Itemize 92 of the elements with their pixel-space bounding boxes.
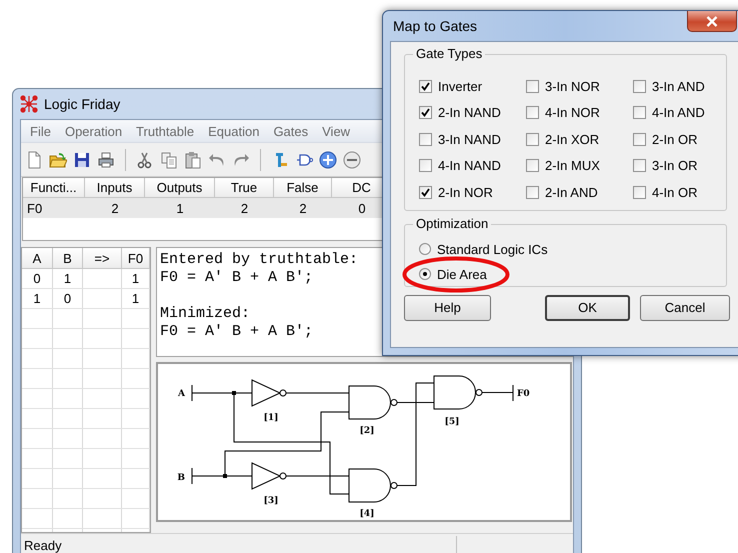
checkbox[interactable] <box>633 106 646 120</box>
checkbox-label: 2-In NAND <box>438 105 501 120</box>
menu-item[interactable]: View <box>315 124 358 138</box>
checkbox[interactable] <box>419 159 432 172</box>
menu-item[interactable]: File <box>23 124 58 138</box>
table-cell-text: 2 <box>240 200 250 218</box>
checkbox[interactable] <box>419 186 432 199</box>
printer-icon[interactable] <box>97 150 115 168</box>
table-cell: 1 <box>53 269 83 288</box>
equation-line: Entered by truthtable: <box>160 251 358 269</box>
menu-item[interactable]: Operation <box>58 124 130 138</box>
checkbox-label: 4-In OR <box>652 184 698 200</box>
checkbox-label: 2-In MUX <box>545 158 600 174</box>
table-cell: 1 <box>122 269 150 288</box>
checkbox[interactable] <box>526 186 539 199</box>
table-cell: 1 <box>22 289 53 308</box>
table-cell: 1 <box>122 289 150 308</box>
checkbox[interactable] <box>526 80 539 93</box>
zoom-out-icon[interactable] <box>343 150 361 168</box>
dialog-button[interactable]: Help <box>404 294 491 320</box>
table-cell: 0 <box>22 269 53 288</box>
window-title: Logic Friday <box>44 96 120 112</box>
status-text: Ready <box>23 538 63 552</box>
checkbox-label: 3-In NOR <box>545 78 600 94</box>
checkbox-label: 4-In NOR <box>545 105 600 120</box>
table-cell-text: 1 <box>175 200 185 218</box>
checkbox-label: 4-In NAND <box>438 158 501 174</box>
table-cell-text: 2 <box>298 200 308 218</box>
checkbox[interactable] <box>633 186 646 199</box>
group-title: Gate Types <box>413 46 486 61</box>
checkbox-label: 2-In NOR <box>438 184 493 200</box>
gate-label: [5] <box>444 417 460 427</box>
equation-line: F0 = A' B + A B'; <box>160 323 314 341</box>
gate-label: [1] <box>264 413 278 423</box>
checkbox[interactable] <box>526 159 539 172</box>
column-header[interactable]: Outputs <box>145 178 215 198</box>
table-cell-text: F0 <box>26 200 44 218</box>
gate-label: [3] <box>264 496 278 506</box>
checkbox[interactable] <box>419 80 432 93</box>
column-header: => <box>83 248 122 268</box>
checkbox-label: 3-In AND <box>652 78 705 94</box>
table-cell-text: 2 <box>110 200 120 218</box>
close-button[interactable] <box>687 11 737 32</box>
equation-line: Minimized: <box>160 305 250 323</box>
checkbox-label: 4-In AND <box>652 105 705 120</box>
column-header[interactable]: True <box>215 178 274 198</box>
radio-button[interactable] <box>419 268 431 280</box>
zoom-in-icon[interactable] <box>319 150 337 168</box>
column-header[interactable]: Functi... <box>23 178 85 198</box>
checkbox-label: 2-In OR <box>652 132 698 147</box>
column-header: A <box>22 248 53 268</box>
radio-label: Standard Logic ICs <box>437 242 548 256</box>
dialog-button[interactable]: OK <box>545 294 630 320</box>
checkbox[interactable] <box>419 106 432 120</box>
radio-label: Die Area <box>437 266 487 282</box>
checkbox-label: 2-In XOR <box>545 132 600 147</box>
table-cell-text: 0 <box>357 200 367 218</box>
molecule-icon <box>20 95 38 113</box>
menu-item[interactable]: Gates <box>266 124 316 138</box>
dialog-button[interactable]: Cancel <box>640 294 730 320</box>
scissors-icon[interactable] <box>136 150 154 168</box>
checkbox[interactable] <box>526 106 539 120</box>
dialog-title: Map to Gates <box>392 18 478 34</box>
input-label: A <box>178 389 185 399</box>
checkbox-label: Inverter <box>438 78 482 94</box>
gate-label: [2] <box>360 426 374 436</box>
paste-icon[interactable] <box>184 150 202 168</box>
column-header: B <box>53 248 83 268</box>
radio-button[interactable] <box>419 243 431 255</box>
save-icon[interactable] <box>73 150 91 168</box>
checkbox-label: 3-In NAND <box>438 132 501 147</box>
input-label: B <box>177 473 185 483</box>
checkbox[interactable] <box>633 159 646 172</box>
table-cell: 0 <box>53 289 83 308</box>
checkbox-label: 3-In OR <box>652 158 698 174</box>
gate-label: [4] <box>360 509 374 519</box>
column-header[interactable]: False <box>274 178 332 198</box>
group-title: Optimization <box>413 216 492 230</box>
checkbox[interactable] <box>526 132 539 146</box>
copy-icon[interactable] <box>160 150 178 168</box>
menu-item[interactable]: Equation <box>201 124 266 138</box>
output-label: F0 <box>517 389 530 399</box>
open-folder-icon[interactable] <box>49 150 67 168</box>
close-icon <box>706 16 718 26</box>
checkbox[interactable] <box>419 132 432 146</box>
menu-item[interactable]: Truthtable <box>129 124 202 138</box>
column-header: F0 <box>122 248 150 268</box>
checkbox[interactable] <box>633 132 646 146</box>
checkbox-label: 2-In AND <box>545 184 598 200</box>
equation-line: F0 = A' B + A B'; <box>160 269 314 287</box>
column-header[interactable]: Inputs <box>85 178 145 198</box>
checkbox[interactable] <box>633 80 646 93</box>
